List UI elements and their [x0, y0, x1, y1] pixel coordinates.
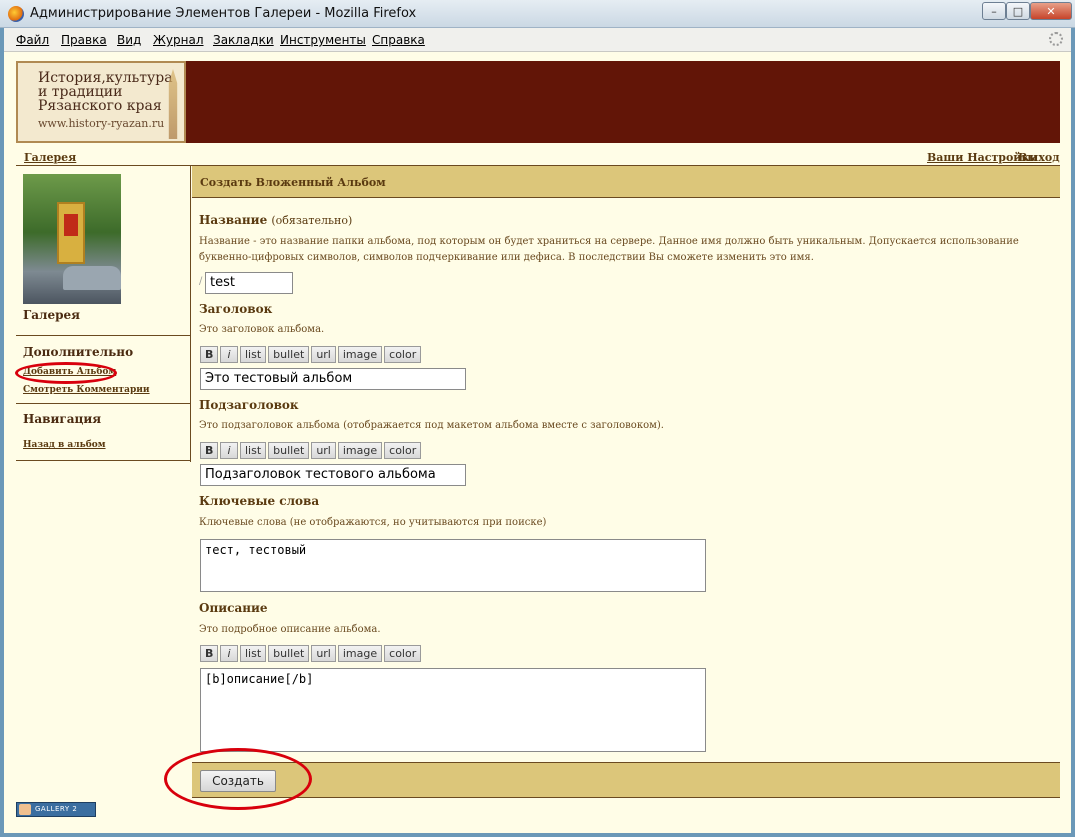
site-logo[interactable]: История,культура и традиции Рязанского к…	[16, 61, 186, 143]
subtitle-description: Это подзаголовок альбома (отображается п…	[199, 420, 664, 431]
required-note: (обязательно)	[271, 214, 353, 227]
gallery-badge-text: GALLERY 2	[35, 805, 78, 813]
title-label: Заголовок	[199, 302, 273, 316]
menu-file[interactable]: Файл	[16, 33, 49, 47]
nav-gallery-link[interactable]: Галерея	[24, 151, 76, 164]
menu-history[interactable]: Журнал	[153, 33, 204, 47]
path-prefix: /	[199, 276, 203, 287]
description-description: Это подробное описание альбома.	[199, 624, 381, 635]
create-button[interactable]: Создать	[200, 770, 276, 792]
url-button[interactable]: url	[311, 442, 336, 459]
divider	[16, 403, 191, 404]
firefox-icon	[8, 6, 24, 22]
bold-button[interactable]: B	[200, 442, 218, 459]
list-button[interactable]: list	[240, 442, 267, 459]
image-button[interactable]: image	[337, 346, 383, 363]
nav-logout-link[interactable]: Выход	[1018, 151, 1060, 164]
form-title: Создать Вложенный Альбом	[200, 176, 386, 189]
bullet-button[interactable]: bullet	[268, 645, 310, 662]
description-textarea[interactable]: [b]описание[/b]	[200, 668, 706, 752]
throbber-icon	[1049, 32, 1063, 46]
menu-bar: Файл Правка Вид Журнал Закладки Инструме…	[4, 28, 1071, 52]
image-button[interactable]: image	[337, 442, 383, 459]
list-button[interactable]: list	[240, 645, 267, 662]
menu-edit[interactable]: Правка	[61, 33, 107, 47]
close-button[interactable]: ✕	[1030, 2, 1072, 20]
italic-button[interactable]: i	[220, 442, 238, 459]
gallery2-badge[interactable]: GALLERY 2	[16, 802, 96, 817]
minimize-button[interactable]: –	[982, 2, 1006, 20]
subtitle-input[interactable]: Подзаголовок тестового альбома	[200, 464, 466, 486]
subtitle-toolbar: B i list bullet url image color	[200, 442, 422, 459]
color-button[interactable]: color	[384, 645, 422, 662]
image-button[interactable]: image	[337, 645, 383, 662]
bullet-button[interactable]: bullet	[268, 346, 310, 363]
create-album-form: Создать Вложенный Альбом Название (обяза…	[192, 166, 1060, 798]
keywords-textarea[interactable]: тест, тестовый	[200, 539, 706, 592]
divider	[16, 335, 191, 336]
menu-tools[interactable]: Инструменты	[280, 33, 366, 47]
title-input[interactable]: Это тестовый альбом	[200, 368, 466, 390]
monument-shape	[57, 202, 85, 264]
logo-url: www.history-ryazan.ru	[38, 117, 165, 130]
menu-view[interactable]: Вид	[117, 33, 141, 47]
thumbnail-caption: Галерея	[23, 308, 81, 322]
extra-section-title: Дополнительно	[23, 345, 134, 359]
gallery-logo-icon	[19, 804, 31, 815]
logo-text: История,культура и традиции Рязанского к…	[38, 70, 173, 114]
list-button[interactable]: list	[240, 346, 267, 363]
divider	[16, 460, 191, 461]
bold-button[interactable]: B	[200, 645, 218, 662]
site-banner: История,культура и традиции Рязанского к…	[16, 61, 1060, 143]
url-button[interactable]: url	[311, 346, 336, 363]
title-description: Это заголовок альбома.	[199, 324, 325, 335]
form-footer: Создать	[192, 762, 1060, 798]
name-label: Название (обязательно)	[199, 213, 352, 227]
bullet-button[interactable]: bullet	[268, 442, 310, 459]
maximize-button[interactable]: □	[1006, 2, 1030, 20]
back-to-album-link[interactable]: Назад в альбом	[23, 440, 106, 450]
window-title: Администрирование Элементов Галереи - Mo…	[30, 6, 417, 21]
form-header: Создать Вложенный Альбом	[192, 166, 1060, 198]
name-input[interactable]: test	[205, 272, 293, 294]
url-button[interactable]: url	[311, 645, 336, 662]
italic-button[interactable]: i	[220, 346, 238, 363]
name-description: Название - это название папки альбома, п…	[199, 236, 1019, 263]
window-titlebar: Администрирование Элементов Галереи - Mo…	[0, 0, 1075, 28]
menu-bookmarks[interactable]: Закладки	[213, 33, 274, 47]
sidebar: Галерея Дополнительно Добавить Альбом См…	[16, 166, 191, 462]
color-button[interactable]: color	[384, 346, 422, 363]
page-content: История,культура и традиции Рязанского к…	[4, 52, 1071, 833]
subtitle-label: Подзаголовок	[199, 398, 299, 412]
description-label: Описание	[199, 601, 268, 615]
navigation-section-title: Навигация	[23, 412, 102, 426]
view-comments-link[interactable]: Смотреть Комментарии	[23, 385, 150, 395]
color-button[interactable]: color	[384, 442, 422, 459]
keywords-description: Ключевые слова (не отображаются, но учит…	[199, 517, 547, 528]
add-album-link[interactable]: Добавить Альбом	[23, 367, 116, 377]
menu-help[interactable]: Справка	[372, 33, 425, 47]
name-label-text: Название	[199, 213, 268, 227]
title-toolbar: B i list bullet url image color	[200, 346, 422, 363]
bold-button[interactable]: B	[200, 346, 218, 363]
keywords-label: Ключевые слова	[199, 494, 320, 508]
description-toolbar: B i list bullet url image color	[200, 645, 422, 662]
car-shape	[63, 266, 121, 290]
italic-button[interactable]: i	[220, 645, 238, 662]
album-thumbnail[interactable]	[23, 174, 121, 304]
